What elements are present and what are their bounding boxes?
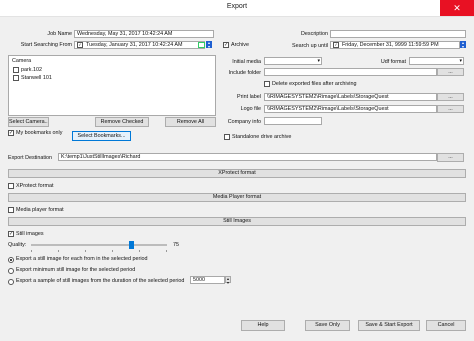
export-window: Export ✕ Job Name Wednesday, May 31, 201… [0,0,474,341]
sample-count-spinner[interactable]: ▴ ▾ [225,276,231,284]
radio-export-each-frame-label: Export a still image for each from in th… [16,256,148,262]
radio-export-minimum[interactable] [8,268,14,274]
archive-checkbox[interactable]: ✓ [223,42,229,48]
camera-item[interactable]: park.102 [21,67,42,74]
search-up-checkbox[interactable]: ✓ [333,42,339,48]
remove-checked-button[interactable]: Remove Checked [95,117,149,127]
logo-file-label: Logo file [240,106,261,112]
camera-item[interactable]: Stanwell 101 [21,75,52,82]
export-destination-input[interactable]: K:\temp1\JustStillImages\Richard [58,153,437,161]
chevron-down-icon: ▾ [317,58,320,64]
search-up-until-input[interactable]: Friday, December 31, 9999 11:59:59 PM [330,41,460,49]
radio-selected-dot [10,259,12,261]
description-label: Description [301,31,328,37]
quality-value: 75 [173,242,179,248]
initial-media-dropdown[interactable]: ▾ [264,57,322,65]
archive-checkbox-label: Archive [231,42,249,48]
logo-file-input[interactable]: \\RIMAGESYSTEM2\Rimage\Labels\StorageQue… [264,105,437,113]
quality-label: Quality: [8,242,27,248]
print-label-label: Print label [237,94,261,100]
sample-count-stepper[interactable]: 5000 [190,276,225,284]
initial-media-label: Initial media [232,59,261,65]
xprotect-checkbox[interactable] [8,183,14,189]
quality-slider-thumb[interactable] [129,241,135,249]
media-player-section-header[interactable]: Media Player format [8,193,466,202]
radio-export-minimum-label: Export minimum still image for the selec… [16,267,136,273]
window-title: Export [226,3,248,10]
camera-list[interactable]: Camera park.102 Stanwell 101 [8,55,216,116]
my-bookmarks-checkbox[interactable]: ✓ [8,130,14,136]
logo-file-browse-button[interactable]: ... [437,105,464,113]
media-player-checkbox[interactable] [8,207,14,213]
still-images-checkbox[interactable]: ✓ [8,231,14,237]
delete-exported-checkbox[interactable] [264,81,270,87]
media-player-checkbox-label: Media player format [16,207,64,213]
start-date-spinner[interactable]: ▴ ▾ [206,41,212,48]
save-only-button[interactable]: Save Only [305,320,350,331]
quality-slider-track[interactable] [31,244,167,246]
radio-export-sample-label: Export a sample of still images from the… [16,278,185,284]
my-bookmarks-label: My bookmarks only [16,130,63,136]
include-folder-browse-button[interactable]: ... [437,68,464,76]
company-info-input[interactable] [264,117,322,125]
remove-all-button[interactable]: Remove All [165,117,216,127]
job-name-label: Job Name [47,31,72,37]
print-label-browse-button[interactable]: ... [437,93,464,101]
description-input[interactable] [330,30,466,38]
save-start-export-button[interactable]: Save & Start Export [358,320,420,331]
delete-exported-label: Delete exported files after archiving [272,81,357,87]
calendar-icon[interactable] [198,42,205,48]
include-folder-input[interactable] [264,68,437,76]
standalone-drive-label: Standalone drive archive [232,134,292,140]
job-name-input[interactable]: Wednesday, May 31, 2017 10:42:24 AM [74,30,214,38]
close-button[interactable]: ✕ [440,0,474,16]
select-camera-button[interactable]: Select Camera... [8,117,49,127]
select-bookmarks-button[interactable]: Select Bookmarks... [72,131,131,141]
start-date-checkbox[interactable]: ✓ [77,42,83,48]
radio-export-each-frame[interactable] [8,257,14,263]
search-up-spinner[interactable]: ▴ ▾ [460,41,466,48]
radio-export-sample[interactable] [8,279,14,285]
xprotect-checkbox-label: XProtect format [16,183,54,189]
title-bar: Export ✕ [0,0,474,17]
xprotect-section-header[interactable]: XProtect format [8,169,466,178]
still-images-section-header[interactable]: Still Images [8,217,466,226]
udf-format-dropdown[interactable]: ▾ [409,57,464,65]
print-label-input[interactable]: \\RIMAGESYSTEM2\Rimage\Labels\StorageQue… [264,93,437,101]
standalone-drive-checkbox[interactable] [224,134,230,140]
search-up-until-label: Search up until [292,43,328,49]
chevron-down-icon: ▾ [459,58,462,64]
include-folder-label: Include folder [228,70,261,76]
camera-checkbox[interactable] [13,67,19,73]
camera-list-header: Camera [12,58,32,64]
start-searching-input[interactable]: Tuesday, January 31, 2017 10:42:24 AM [74,41,205,49]
udf-format-label: Udf format [380,59,406,65]
export-destination-browse-button[interactable]: ... [437,153,464,162]
camera-checkbox[interactable] [13,75,19,81]
company-info-label: Company info [227,119,261,125]
help-button[interactable]: Help [241,320,285,331]
start-searching-label: Start Searching From [20,42,72,48]
export-destination-label: Export Destination [8,155,53,161]
still-images-checkbox-label: Still images [16,231,44,237]
cancel-button[interactable]: Cancel [426,320,466,331]
